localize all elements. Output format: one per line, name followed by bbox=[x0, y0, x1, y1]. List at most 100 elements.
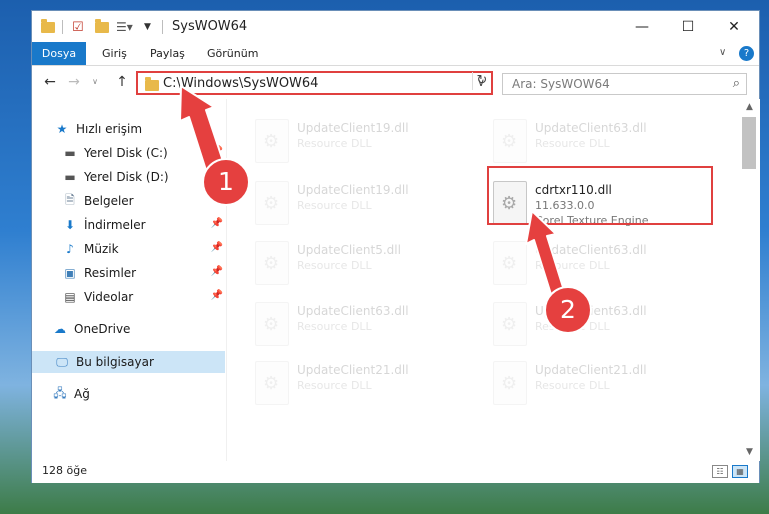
new-folder-icon[interactable] bbox=[95, 18, 109, 36]
minimize-button[interactable]: — bbox=[619, 11, 665, 42]
dll-file-icon bbox=[493, 119, 527, 163]
scroll-up-icon[interactable]: ▲ bbox=[739, 99, 760, 116]
network-icon: 🖧 bbox=[53, 385, 67, 400]
picture-icon: ▣ bbox=[64, 266, 76, 280]
status-bar: 128 öğe ☷ ▦ bbox=[32, 461, 759, 483]
properties-icon[interactable]: ☑ bbox=[72, 18, 84, 36]
file-highlight-box bbox=[487, 166, 713, 225]
scroll-down-icon[interactable]: ▼ bbox=[739, 444, 760, 461]
expand-ribbon-icon[interactable]: ∨ bbox=[719, 47, 726, 58]
nav-label: Videolar bbox=[84, 290, 134, 304]
file-tile[interactable]: UpdateClient21.dll Resource DLL bbox=[493, 359, 713, 411]
customize-qa-icon[interactable]: ☰▾ bbox=[116, 18, 133, 36]
file-type: Resource DLL bbox=[535, 379, 610, 392]
back-button[interactable]: ← bbox=[40, 72, 60, 92]
recent-locations-icon[interactable]: ∨ bbox=[85, 72, 105, 92]
nav-label: Belgeler bbox=[84, 194, 134, 208]
nav-item-quick-access[interactable]: ★ Hızlı erişim bbox=[54, 118, 225, 140]
file-type: Resource DLL bbox=[297, 379, 372, 392]
nav-item-onedrive[interactable]: ☁ OneDrive bbox=[52, 318, 225, 340]
file-type: Resource DLL bbox=[297, 199, 372, 212]
file-type: Resource DLL bbox=[297, 320, 372, 333]
file-name: UpdateClient19.dll bbox=[297, 183, 409, 197]
pin-icon: 📌 bbox=[210, 218, 223, 229]
file-name: UpdateClient5.dll bbox=[297, 243, 401, 257]
nav-item-local-disk-d[interactable]: ▬ Yerel Disk (D:) bbox=[62, 166, 225, 188]
file-tile[interactable]: UpdateClient63.dll Resource DLL bbox=[493, 300, 713, 352]
drive-icon: ▬ bbox=[64, 170, 76, 184]
quick-access-folder-icon[interactable] bbox=[41, 18, 55, 36]
nav-label: Resimler bbox=[84, 266, 137, 280]
file-list: UpdateClient19.dll Resource DLL UpdateCl… bbox=[227, 99, 739, 461]
file-name: UpdateClient19.dll bbox=[297, 121, 409, 135]
nav-label: Hızlı erişim bbox=[76, 122, 143, 136]
download-icon: ⬇ bbox=[64, 218, 76, 232]
nav-label: Yerel Disk (C:) bbox=[84, 146, 168, 160]
dll-file-icon bbox=[493, 241, 527, 285]
scroll-thumb[interactable] bbox=[742, 117, 756, 169]
nav-item-downloads[interactable]: ⬇ İndirmeler 📌 bbox=[62, 214, 225, 236]
nav-item-music[interactable]: ♪ Müzik 📌 bbox=[62, 238, 225, 260]
nav-label: Müzik bbox=[84, 242, 119, 256]
step-2-badge: 2 bbox=[544, 286, 592, 334]
tab-gorunum[interactable]: Görünüm bbox=[207, 42, 258, 65]
window-title: SysWOW64 bbox=[172, 19, 248, 34]
dll-file-icon bbox=[255, 181, 289, 225]
dll-file-icon bbox=[493, 302, 527, 346]
file-type: Resource DLL bbox=[535, 137, 610, 150]
maximize-button[interactable]: ☐ bbox=[665, 11, 711, 42]
details-view-icon[interactable]: ☷ bbox=[712, 465, 728, 478]
dll-file-icon bbox=[255, 119, 289, 163]
refresh-button[interactable]: ↻ bbox=[472, 72, 491, 90]
pin-icon: 📌 bbox=[210, 266, 223, 277]
file-tile[interactable]: UpdateClient63.dll Resource DLL bbox=[255, 300, 475, 352]
nav-item-network[interactable]: 🖧 Ağ bbox=[52, 383, 225, 405]
navigation-pane: ★ Hızlı erişim ▬ Yerel Disk (C:) 📌 ▬ Yer… bbox=[32, 99, 227, 461]
file-tile[interactable]: UpdateClient19.dll Resource DLL bbox=[255, 117, 475, 169]
nav-item-pictures[interactable]: ▣ Resimler 📌 bbox=[62, 262, 225, 284]
vertical-scrollbar[interactable]: ▲ ▼ bbox=[739, 99, 760, 461]
tab-giris[interactable]: Giriş bbox=[102, 42, 127, 65]
step-1-badge: 1 bbox=[202, 158, 250, 206]
file-tile[interactable]: UpdateClient63.dll Resource DLL bbox=[493, 117, 713, 169]
video-icon: ▤ bbox=[64, 290, 76, 304]
file-tile[interactable]: UpdateClient5.dll Resource DLL bbox=[255, 239, 475, 291]
help-icon[interactable]: ? bbox=[739, 46, 754, 61]
file-tile[interactable]: UpdateClient19.dll Resource DLL bbox=[255, 179, 475, 231]
up-button[interactable]: ↑ bbox=[112, 72, 132, 92]
title-bar: ☑ ☰▾ ▼ SysWOW64 — ☐ ✕ bbox=[32, 11, 759, 42]
file-name: UpdateClient21.dll bbox=[297, 363, 409, 377]
file-tile[interactable]: UpdateClient63.dll Resource DLL bbox=[493, 239, 713, 291]
file-name: UpdateClient63.dll bbox=[535, 243, 647, 257]
dll-file-icon bbox=[255, 241, 289, 285]
nav-item-this-pc[interactable]: 🖵 Bu bilgisayar bbox=[32, 351, 225, 373]
search-placeholder: Ara: SysWOW64 bbox=[512, 77, 610, 91]
file-name: UpdateClient63.dll bbox=[297, 304, 409, 318]
tiles-view-icon[interactable]: ▦ bbox=[732, 465, 748, 478]
file-type: Resource DLL bbox=[297, 137, 372, 150]
address-bar[interactable]: C:\Windows\SysWOW64 ∨ bbox=[136, 71, 493, 95]
file-type: Resource DLL bbox=[535, 259, 610, 272]
explorer-window: ☑ ☰▾ ▼ SysWOW64 — ☐ ✕ Dosya Giriş Paylaş… bbox=[31, 10, 760, 483]
nav-label: OneDrive bbox=[74, 322, 131, 336]
separator bbox=[62, 18, 63, 36]
forward-button[interactable]: → bbox=[64, 72, 84, 92]
dll-file-icon bbox=[255, 361, 289, 405]
close-button[interactable]: ✕ bbox=[711, 11, 757, 42]
nav-item-videos[interactable]: ▤ Videolar 📌 bbox=[62, 286, 225, 308]
nav-item-documents[interactable]: 🗎 Belgeler bbox=[62, 190, 225, 212]
search-input[interactable]: Ara: SysWOW64 ⌕ bbox=[502, 73, 747, 95]
pin-icon: 📌 bbox=[210, 290, 223, 301]
qa-dropdown-icon[interactable]: ▼ bbox=[144, 18, 151, 36]
nav-item-local-disk-c[interactable]: ▬ Yerel Disk (C:) 📌 bbox=[62, 142, 225, 164]
ribbon-tabs: Dosya Giriş Paylaş Görünüm ∨ ? bbox=[32, 42, 759, 66]
tab-dosya[interactable]: Dosya bbox=[32, 42, 86, 65]
tab-paylas[interactable]: Paylaş bbox=[150, 42, 185, 65]
star-icon: ★ bbox=[56, 122, 68, 136]
address-path: C:\Windows\SysWOW64 bbox=[163, 76, 319, 91]
drive-icon: ▬ bbox=[64, 146, 76, 160]
nav-label: Ağ bbox=[74, 387, 90, 401]
file-name: UpdateClient21.dll bbox=[535, 363, 647, 377]
nav-label: İndirmeler bbox=[84, 218, 146, 232]
file-tile[interactable]: UpdateClient21.dll Resource DLL bbox=[255, 359, 475, 411]
